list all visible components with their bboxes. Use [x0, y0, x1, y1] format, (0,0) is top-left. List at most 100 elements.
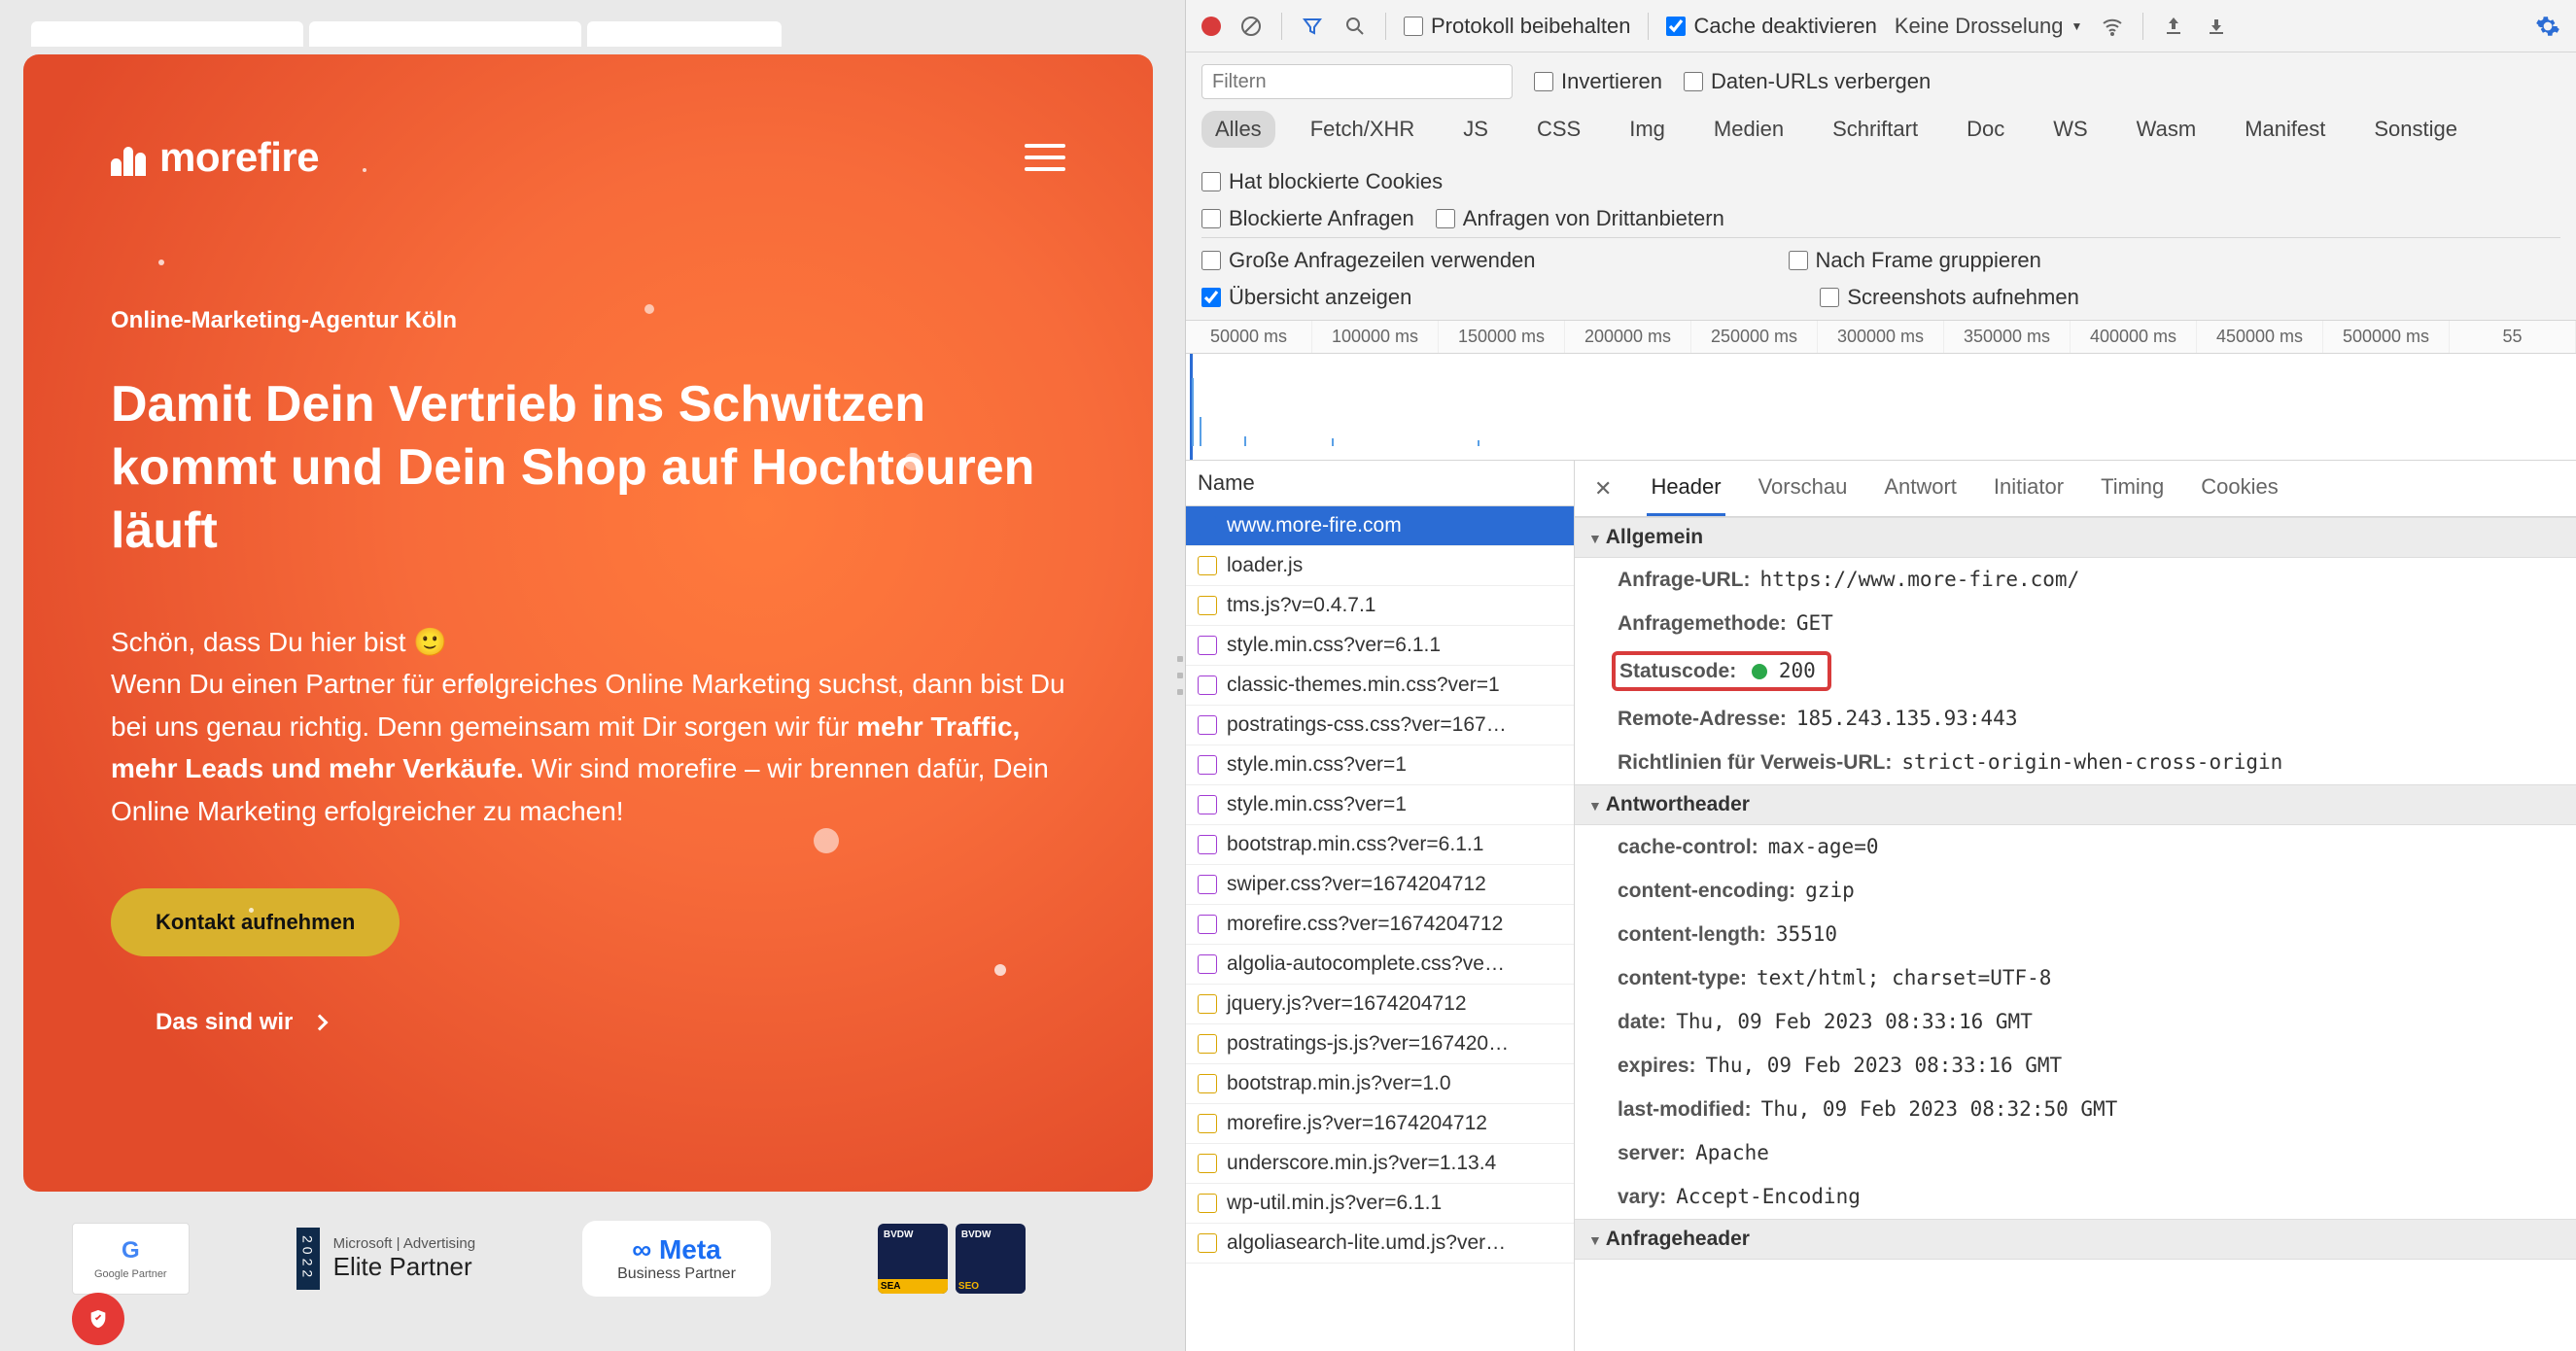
- general-section-header[interactable]: Allgemein: [1575, 517, 2576, 558]
- request-row[interactable]: algoliasearch-lite.umd.js?ver…: [1186, 1224, 1574, 1264]
- request-name: loader.js: [1227, 554, 1303, 577]
- request-row[interactable]: loader.js: [1186, 546, 1574, 586]
- throttling-select[interactable]: Keine Drosselung ▼: [1895, 14, 2083, 39]
- request-name: morefire.js?ver=1674204712: [1227, 1112, 1487, 1135]
- request-row[interactable]: morefire.js?ver=1674204712: [1186, 1104, 1574, 1144]
- request-row[interactable]: algolia-autocomplete.css?ve…: [1186, 945, 1574, 985]
- type-filter-ws[interactable]: WS: [2039, 111, 2101, 148]
- browser-tab[interactable]: [309, 21, 581, 47]
- request-row[interactable]: jquery.js?ver=1674204712: [1186, 985, 1574, 1024]
- headline: Damit Dein Vertrieb ins Schwitzen kommt …: [111, 373, 1065, 563]
- search-icon[interactable]: [1342, 14, 1368, 39]
- type-filter-medien[interactable]: Medien: [1700, 111, 1797, 148]
- bvdw-badges: BVDW SEA BVDW SEO: [878, 1224, 1026, 1294]
- timeline-ruler[interactable]: 50000 ms100000 ms150000 ms200000 ms25000…: [1186, 320, 2576, 354]
- download-icon[interactable]: [2204, 14, 2229, 39]
- timeline-tick: 50000 ms: [1186, 321, 1312, 353]
- pane-splitter[interactable]: [1176, 0, 1185, 1351]
- website-pane: morefire Online-Marketing-Agentur Köln D…: [0, 0, 1176, 1351]
- timeline-overview[interactable]: [1186, 354, 2576, 461]
- menu-button[interactable]: [1025, 144, 1065, 171]
- type-filter-img[interactable]: Img: [1616, 111, 1679, 148]
- type-filter-css[interactable]: CSS: [1523, 111, 1594, 148]
- request-name: algoliasearch-lite.umd.js?ver…: [1227, 1231, 1506, 1255]
- request-row[interactable]: classic-themes.min.css?ver=1: [1186, 666, 1574, 706]
- detail-tab-cookies[interactable]: Cookies: [2197, 461, 2281, 516]
- request-row[interactable]: morefire.css?ver=1674204712: [1186, 905, 1574, 945]
- request-row[interactable]: style.min.css?ver=1: [1186, 785, 1574, 825]
- request-row[interactable]: wp-util.min.js?ver=6.1.1: [1186, 1184, 1574, 1224]
- request-row[interactable]: bootstrap.min.css?ver=6.1.1: [1186, 825, 1574, 865]
- type-filter-sonstige[interactable]: Sonstige: [2360, 111, 2471, 148]
- js-file-icon: [1198, 556, 1217, 575]
- detail-tab-initiator[interactable]: Initiator: [1990, 461, 2068, 516]
- request-row[interactable]: underscore.min.js?ver=1.13.4: [1186, 1144, 1574, 1184]
- screenshots-checkbox[interactable]: Screenshots aufnehmen: [1820, 285, 2079, 310]
- preserve-log-checkbox[interactable]: Protokoll beibehalten: [1404, 14, 1630, 39]
- contact-button[interactable]: Kontakt aufnehmen: [111, 888, 400, 956]
- detail-tab-header[interactable]: Header: [1647, 461, 1724, 516]
- request-name: style.min.css?ver=6.1.1: [1227, 634, 1441, 657]
- filter-bar: Invertieren Daten-URLs verbergen Alles Fe…: [1186, 52, 2576, 320]
- response-header-row: server:Apache: [1575, 1131, 2576, 1175]
- request-headers-section-header[interactable]: Anfrageheader: [1575, 1219, 2576, 1260]
- shield-badge[interactable]: [72, 1293, 124, 1345]
- about-us-link[interactable]: Das sind wir: [156, 1009, 326, 1036]
- third-party-checkbox[interactable]: Anfragen von Drittanbietern: [1436, 206, 1724, 231]
- request-url-row: Anfrage-URL:https://www.more-fire.com/: [1575, 558, 2576, 602]
- js-file-icon: [1198, 1233, 1217, 1253]
- request-name: swiper.css?ver=1674204712: [1227, 873, 1486, 896]
- blocked-cookies-checkbox[interactable]: Hat blockierte Cookies: [1201, 169, 1443, 194]
- site-logo[interactable]: morefire: [111, 134, 319, 181]
- request-row[interactable]: style.min.css?ver=1: [1186, 745, 1574, 785]
- record-button[interactable]: [1201, 17, 1221, 36]
- clear-icon[interactable]: [1238, 14, 1264, 39]
- detail-tab-vorschau[interactable]: Vorschau: [1755, 461, 1852, 516]
- disable-cache-checkbox[interactable]: Cache deaktivieren: [1666, 14, 1876, 39]
- timeline-tick: 300000 ms: [1818, 321, 1944, 353]
- detail-tab-timing[interactable]: Timing: [2097, 461, 2168, 516]
- large-rows-checkbox[interactable]: Große Anfragezeilen verwenden: [1201, 248, 1536, 273]
- type-filter-wasm[interactable]: Wasm: [2123, 111, 2210, 148]
- group-by-frame-checkbox[interactable]: Nach Frame gruppieren: [1789, 248, 2041, 273]
- css-file-icon: [1198, 755, 1217, 775]
- show-overview-checkbox[interactable]: Übersicht anzeigen: [1201, 285, 1411, 310]
- wifi-icon[interactable]: [2100, 14, 2125, 39]
- type-filter-schriftart[interactable]: Schriftart: [1819, 111, 1932, 148]
- type-filter-js[interactable]: JS: [1449, 111, 1502, 148]
- response-headers-section-header[interactable]: Antwortheader: [1575, 784, 2576, 825]
- timeline-tick: 250000 ms: [1691, 321, 1818, 353]
- invert-checkbox[interactable]: Invertieren: [1534, 69, 1662, 94]
- hero-section: morefire Online-Marketing-Agentur Köln D…: [23, 54, 1153, 1192]
- detail-tab-antwort[interactable]: Antwort: [1880, 461, 1961, 516]
- status-dot-icon: [1752, 664, 1767, 679]
- request-row[interactable]: tms.js?v=0.4.7.1: [1186, 586, 1574, 626]
- request-row[interactable]: swiper.css?ver=1674204712: [1186, 865, 1574, 905]
- chevron-right-icon: [312, 1014, 329, 1030]
- logo-text: morefire: [159, 134, 319, 181]
- type-filter-fetch/xhr[interactable]: Fetch/XHR: [1297, 111, 1429, 148]
- chevron-down-icon: ▼: [2071, 19, 2083, 33]
- js-file-icon: [1198, 596, 1217, 615]
- response-header-row: date:Thu, 09 Feb 2023 08:33:16 GMT: [1575, 1000, 2576, 1044]
- upload-icon[interactable]: [2161, 14, 2186, 39]
- request-row[interactable]: postratings-js.js?ver=167420…: [1186, 1024, 1574, 1064]
- close-icon[interactable]: ✕: [1588, 465, 1618, 513]
- type-filter-manifest[interactable]: Manifest: [2231, 111, 2339, 148]
- hide-data-urls-checkbox[interactable]: Daten-URLs verbergen: [1684, 69, 1931, 94]
- request-row[interactable]: style.min.css?ver=6.1.1: [1186, 626, 1574, 666]
- filter-icon[interactable]: [1300, 14, 1325, 39]
- settings-gear-icon[interactable]: [2535, 14, 2560, 39]
- meta-partner-badge: ∞ Meta Business Partner: [582, 1221, 771, 1297]
- filter-input[interactable]: [1201, 64, 1513, 99]
- request-row[interactable]: bootstrap.min.js?ver=1.0: [1186, 1064, 1574, 1104]
- type-filter-alles[interactable]: Alles: [1201, 111, 1275, 148]
- name-column-header[interactable]: Name: [1186, 461, 1574, 506]
- request-row[interactable]: www.more-fire.com: [1186, 506, 1574, 546]
- browser-tab[interactable]: [587, 21, 782, 47]
- blocked-requests-checkbox[interactable]: Blockierte Anfragen: [1201, 206, 1414, 231]
- network-toolbar: Protokoll beibehalten Cache deaktivieren…: [1186, 0, 2576, 52]
- request-row[interactable]: postratings-css.css?ver=167…: [1186, 706, 1574, 745]
- type-filter-doc[interactable]: Doc: [1953, 111, 2018, 148]
- browser-tab[interactable]: [31, 21, 303, 47]
